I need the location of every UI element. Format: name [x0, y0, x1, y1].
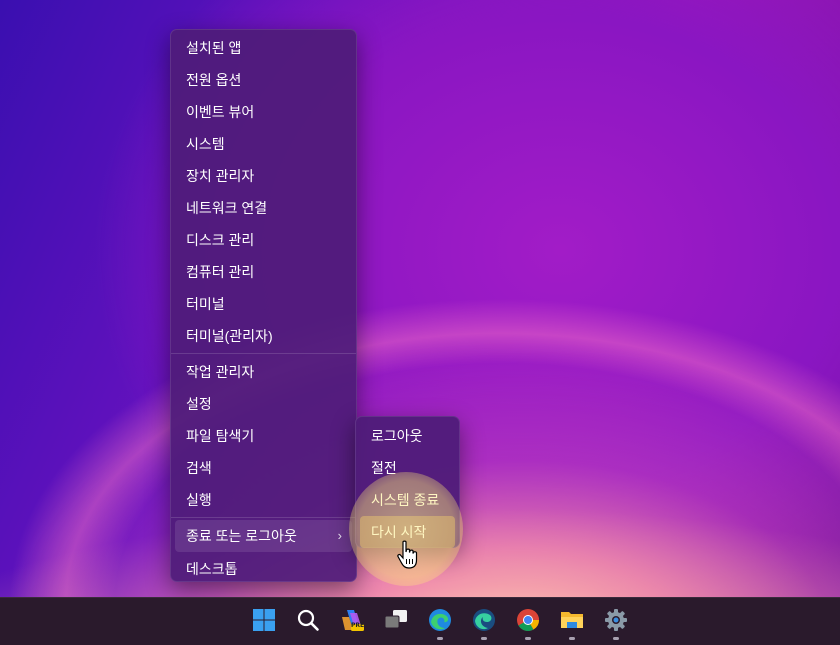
menu-item-terminal[interactable]: 터미널 — [175, 288, 352, 320]
windows-start-icon[interactable] — [249, 605, 279, 635]
hand-cursor-icon — [397, 540, 418, 569]
menu-item-installed-apps[interactable]: 설치된 앱 — [175, 32, 352, 64]
menu-item-desktop[interactable]: 데스크톱 — [175, 553, 352, 585]
menu-separator — [171, 353, 356, 354]
winx-context-menu: 설치된 앱 전원 옵션 이벤트 뷰어 시스템 장치 관리자 네트워크 연결 디스… — [170, 29, 357, 582]
file-explorer-icon[interactable] — [557, 605, 587, 640]
menu-separator — [171, 517, 356, 518]
menu-item-system[interactable]: 시스템 — [175, 128, 352, 160]
menu-item-disk-management[interactable]: 디스크 관리 — [175, 224, 352, 256]
pre-badge: PRE — [351, 622, 365, 629]
settings-icon[interactable] — [601, 605, 631, 640]
menu-item-search[interactable]: 검색 — [175, 452, 352, 484]
running-indicator — [437, 637, 443, 640]
running-indicator — [525, 637, 531, 640]
submenu-item-sign-out[interactable]: 로그아웃 — [360, 420, 455, 452]
chrome-icon[interactable] — [513, 605, 543, 640]
submenu-item-sleep[interactable]: 절전 — [360, 452, 455, 484]
menu-item-device-manager[interactable]: 장치 관리자 — [175, 160, 352, 192]
menu-item-task-manager[interactable]: 작업 관리자 — [175, 356, 352, 388]
menu-item-event-viewer[interactable]: 이벤트 뷰어 — [175, 96, 352, 128]
menu-item-power-options[interactable]: 전원 옵션 — [175, 64, 352, 96]
running-indicator — [569, 637, 575, 640]
menu-item-run[interactable]: 실행 — [175, 484, 352, 516]
menu-item-file-explorer[interactable]: 파일 탐색기 — [175, 420, 352, 452]
menu-item-computer-management[interactable]: 컴퓨터 관리 — [175, 256, 352, 288]
menu-item-terminal-admin[interactable]: 터미널(관리자) — [175, 320, 352, 352]
shutdown-submenu: 로그아웃 절전 시스템 종료 다시 시작 — [355, 416, 460, 548]
search-icon[interactable] — [293, 605, 323, 635]
menu-item-settings[interactable]: 설정 — [175, 388, 352, 420]
taskbar: PRE — [0, 597, 840, 645]
submenu-item-shut-down[interactable]: 시스템 종료 — [360, 484, 455, 516]
copilot-icon[interactable]: PRE — [337, 605, 367, 635]
menu-item-shutdown-or-signout[interactable]: 종료 또는 로그아웃 › — [175, 520, 352, 552]
running-indicator — [481, 637, 487, 640]
chevron-right-icon: › — [337, 528, 342, 543]
task-view-icon[interactable] — [381, 605, 411, 635]
edge-dev-icon[interactable] — [469, 605, 499, 640]
menu-item-network-connections[interactable]: 네트워크 연결 — [175, 192, 352, 224]
running-indicator — [613, 637, 619, 640]
edge-icon[interactable] — [425, 605, 455, 640]
menu-item-label: 종료 또는 로그아웃 — [186, 528, 297, 544]
